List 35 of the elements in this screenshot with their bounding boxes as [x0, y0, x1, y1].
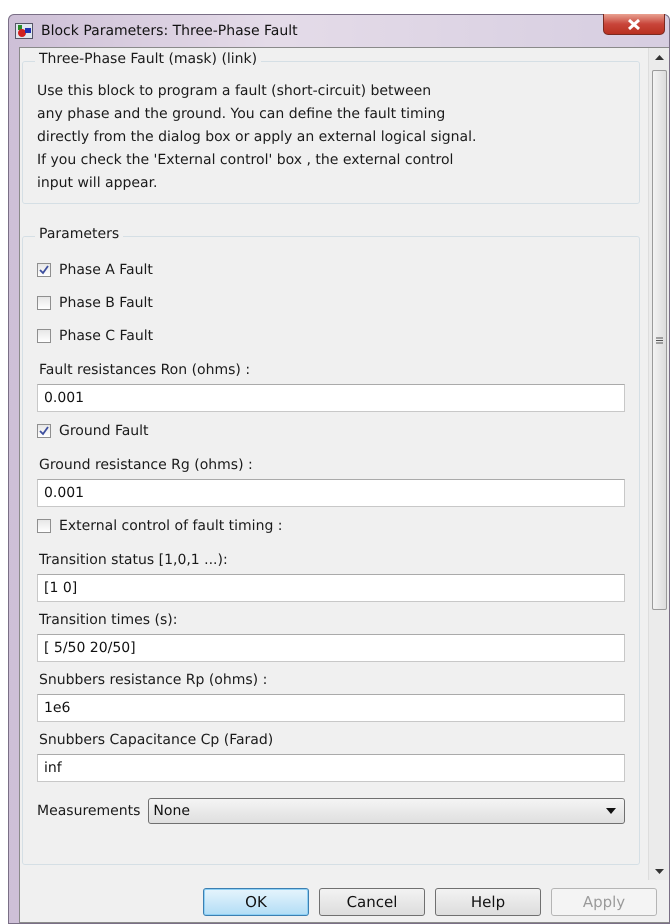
checkbox-label: Phase A Fault — [59, 262, 153, 278]
dropdown[interactable]: None — [148, 798, 625, 824]
input-field[interactable]: inf — [37, 754, 625, 782]
checkbox[interactable] — [37, 262, 51, 276]
field-label: Ground resistance Rg (ohms) : — [39, 457, 254, 473]
input-field[interactable]: 0.001 — [37, 384, 625, 412]
scrollbar-thumb[interactable] — [652, 70, 666, 610]
input-field[interactable]: [1 0] — [37, 574, 625, 602]
field-label: Transition times (s): — [39, 612, 178, 628]
close-icon — [627, 18, 641, 30]
checkbox[interactable] — [37, 328, 51, 342]
dialog-button[interactable]: Cancel — [319, 888, 425, 916]
dialog-button[interactable]: Help — [435, 888, 541, 916]
checkbox[interactable] — [37, 518, 51, 532]
input-field[interactable]: 1e6 — [37, 694, 625, 722]
app-icon — [15, 23, 33, 39]
field-label: Fault resistances Ron (ohms) : — [39, 362, 252, 378]
close-button[interactable] — [603, 14, 665, 35]
checkbox-label: Phase B Fault — [59, 294, 153, 310]
checkbox[interactable] — [37, 296, 51, 310]
input-field[interactable]: [ 5/50 20/50] — [37, 634, 625, 662]
checkbox-label: Phase C Fault — [59, 328, 154, 344]
caret-icon — [606, 808, 616, 814]
window-title: Block Parameters: Three-Phase Fault — [41, 23, 298, 39]
dropdown-label: Measurements — [37, 803, 140, 819]
checkbox[interactable] — [37, 424, 51, 438]
field-label: Transition status [1,0,1 ...): — [39, 552, 229, 568]
field-label: Snubbers Capacitance Cp (Farad) — [39, 732, 274, 748]
input-field[interactable]: 0.001 — [37, 479, 625, 507]
checkbox-label: External control of fault timing : — [59, 518, 283, 534]
description-text: Use this block to program a fault (short-circuit) between any phase and the ground. You can define the fault timing directly from the dialog box or apply an external logical signal. If you check the 'External control' box , the external control input will appear. — [37, 82, 478, 193]
checkbox-label: Ground Fault — [59, 422, 149, 438]
group-title: Three-Phase Fault (mask) (link) — [35, 51, 262, 67]
dialog-button[interactable]: OK — [203, 888, 309, 916]
field-label: Snubbers resistance Rp (ohms) : — [39, 672, 268, 688]
